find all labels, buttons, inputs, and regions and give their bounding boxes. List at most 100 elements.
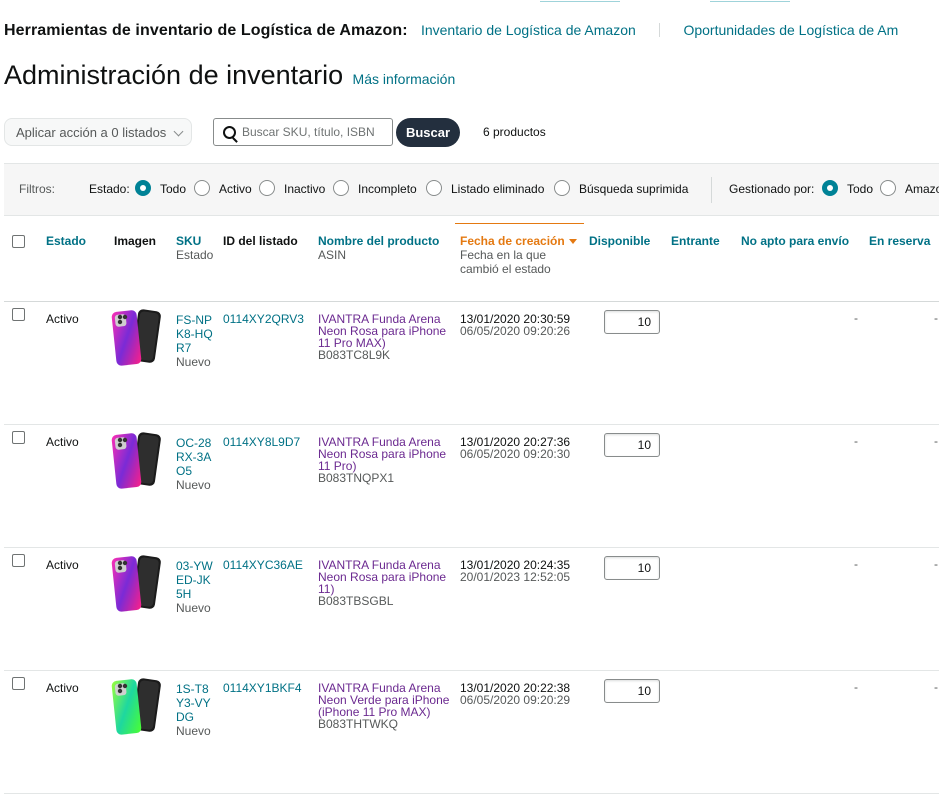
product-thumbnail[interactable]: [108, 429, 162, 491]
row-status: Activo: [46, 681, 79, 695]
status-option-active[interactable]: Activo: [219, 182, 252, 196]
row-dates: 13/01/2020 20:22:38 06/05/2020 09:20:29: [460, 682, 570, 706]
sorted-column-indicator: [455, 223, 584, 224]
top-clipped-links: [540, 0, 939, 2]
status-option-incomplete[interactable]: Incompleto: [358, 182, 417, 196]
available-quantity-input[interactable]: [604, 310, 660, 334]
header-created-label: Fecha de creación: [460, 234, 565, 248]
search-button[interactable]: Buscar: [396, 118, 460, 147]
status-option-inactive[interactable]: Inactivo: [284, 182, 325, 196]
row-listing-id[interactable]: 0114XYC36AE: [223, 559, 303, 571]
row-dates: 13/01/2020 20:30:59 06/05/2020 09:20:26: [460, 313, 570, 337]
row-checkbox[interactable]: [12, 554, 25, 567]
camera-lens-1: [117, 683, 123, 689]
product-thumbnail[interactable]: [108, 552, 162, 614]
header-available[interactable]: Disponible: [589, 234, 650, 248]
header-reserved[interactable]: En reserva: [869, 234, 930, 248]
row-product-name[interactable]: IVANTRA Funda Arena Neon Rosa para iPhon…: [318, 436, 451, 484]
row-listing-id[interactable]: 0114XY8L9D7: [223, 436, 300, 448]
product-thumbnail[interactable]: [108, 306, 162, 368]
status-radio-inactive[interactable]: [259, 180, 275, 196]
row-sku[interactable]: OC-28RX-3AO5 Nuevo: [176, 436, 216, 492]
more-info-link[interactable]: Más información: [353, 71, 456, 87]
row-reserved: -: [934, 680, 938, 694]
row-asin: B083TNQPX1: [318, 471, 395, 485]
row-product-name[interactable]: IVANTRA Funda Arena Neon Rosa para iPhon…: [318, 559, 451, 607]
row-product-name[interactable]: IVANTRA Funda Arena Neon Verde para iPho…: [318, 682, 451, 730]
available-quantity-input[interactable]: [604, 433, 660, 457]
status-radio-incomplete[interactable]: [333, 180, 349, 196]
header-status[interactable]: Estado: [46, 234, 86, 248]
row-condition: Nuevo: [176, 355, 211, 369]
header-unfulfillable[interactable]: No apto para envío: [741, 234, 849, 248]
managed-option-all[interactable]: Todo: [847, 182, 873, 196]
row-sku[interactable]: FS-NPK8-HQR7 Nuevo: [176, 313, 216, 369]
available-quantity-input[interactable]: [604, 679, 660, 703]
header-created-date[interactable]: Fecha de creación Fecha en la que cambió …: [460, 234, 584, 276]
row-changed-date: 06/05/2020 09:20:30: [460, 447, 571, 461]
chevron-down-icon: [173, 126, 184, 137]
inventory-tools-bar: Herramientas de inventario de Logística …: [4, 22, 939, 44]
camera-lens-2: [122, 683, 128, 689]
row-condition: Nuevo: [176, 724, 211, 738]
table-row: Activo OC-28RX-3AO5 Nuevo 0114XY8L9D7 IVA…: [4, 425, 939, 548]
camera-lens-1: [117, 314, 123, 320]
available-quantity-input[interactable]: [604, 556, 660, 580]
managed-by-label: Gestionado por:: [729, 182, 815, 196]
row-unfulfillable: -: [854, 557, 858, 571]
managed-radio-amazon[interactable]: [880, 180, 896, 196]
row-sku[interactable]: 03-YWED-JK5H Nuevo: [176, 559, 216, 615]
fba-inventory-link[interactable]: Inventario de Logística de Amazon: [421, 22, 636, 38]
row-product-name[interactable]: IVANTRA Funda Arena Neon Rosa para iPhon…: [318, 313, 451, 361]
row-status: Activo: [46, 558, 79, 572]
status-radio-suppressed[interactable]: [554, 180, 570, 196]
status-option-all[interactable]: Todo: [160, 182, 186, 196]
row-status: Activo: [46, 435, 79, 449]
row-sku[interactable]: 1S-T8Y3-VYDG Nuevo: [176, 682, 216, 738]
row-checkbox[interactable]: [12, 677, 25, 690]
managed-option-amazon[interactable]: Amazo: [905, 182, 939, 196]
camera-lens-3: [117, 442, 123, 448]
managed-radio-all[interactable]: [822, 180, 838, 196]
row-checkbox[interactable]: [12, 308, 25, 321]
status-radio-active[interactable]: [194, 180, 210, 196]
select-all-checkbox[interactable]: [12, 235, 25, 248]
inventory-tools-title: Herramientas de inventario de Logística …: [4, 22, 408, 39]
header-sku-sub: Estado: [176, 248, 214, 262]
row-reserved: -: [934, 434, 938, 448]
row-condition: Nuevo: [176, 601, 211, 615]
search-input[interactable]: [242, 123, 387, 141]
bulk-action-dropdown[interactable]: Aplicar acción a 0 listados: [4, 118, 192, 146]
row-changed-date: 06/05/2020 09:20:29: [460, 693, 571, 707]
page-title: Administración de inventario: [4, 60, 344, 90]
header-sku[interactable]: SKU Estado: [176, 234, 213, 262]
row-status: Activo: [46, 312, 79, 326]
row-sku-value: FS-NPK8-HQR7: [176, 313, 213, 355]
product-thumbnail[interactable]: [108, 675, 162, 737]
row-checkbox[interactable]: [12, 431, 25, 444]
status-option-suppressed[interactable]: Búsqueda suprimida: [579, 182, 688, 196]
camera-lens-3: [117, 319, 123, 325]
filter-bar: Filtros: Estado: Todo Activo Inactivo In…: [4, 163, 939, 216]
table-row: Activo FS-NPK8-HQR7 Nuevo 0114XY2QRV3 IVA…: [4, 302, 939, 425]
row-unfulfillable: -: [854, 434, 858, 448]
header-product-name[interactable]: Nombre del producto ASIN: [318, 234, 439, 262]
product-count: 6 productos: [483, 125, 546, 139]
row-listing-id[interactable]: 0114XY2QRV3: [223, 313, 304, 325]
status-radio-all[interactable]: [135, 180, 151, 196]
status-radio-deleted[interactable]: [426, 180, 442, 196]
camera-lens-1: [117, 437, 123, 443]
sort-desc-icon: [568, 239, 577, 244]
row-listing-id[interactable]: 0114XY1BKF4: [223, 682, 302, 694]
row-sku-value: 03-YWED-JK5H: [176, 559, 213, 601]
table-header: Estado Imagen SKU Estado ID del listado N…: [4, 217, 939, 302]
row-unfulfillable: -: [854, 311, 858, 325]
header-inbound[interactable]: Entrante: [671, 234, 720, 248]
table-row: Activo 1S-T8Y3-VYDG Nuevo 0114XY1BKF4 IVA…: [4, 671, 939, 794]
fba-opportunities-link[interactable]: Oportunidades de Logística de Am: [683, 22, 898, 38]
status-option-deleted[interactable]: Listado eliminado: [451, 182, 544, 196]
search-icon: [223, 126, 236, 139]
header-listing-id: ID del listado: [223, 234, 298, 248]
filters-label: Filtros:: [19, 182, 55, 196]
row-sku-value: 1S-T8Y3-VYDG: [176, 682, 211, 724]
